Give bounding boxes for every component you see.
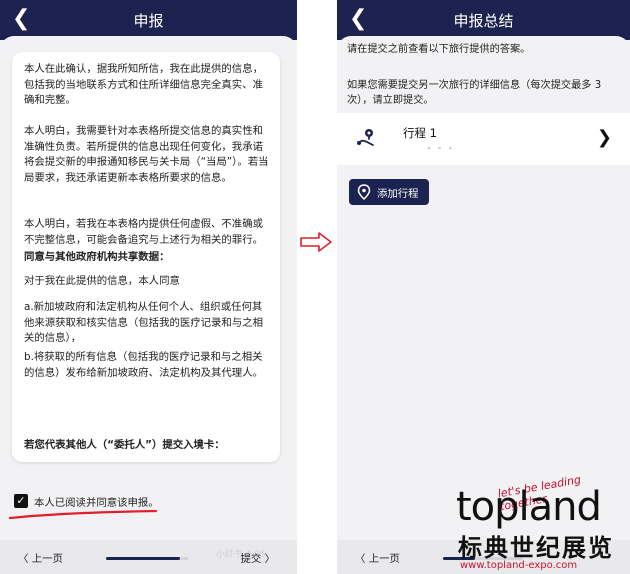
prev-page-button[interactable]: 〈 上一页: [355, 550, 400, 565]
checkbox-checked-icon[interactable]: ✓: [14, 494, 28, 508]
progress-fill: [106, 557, 180, 560]
route-icon: [357, 129, 374, 146]
consent-label: 本人已阅读并同意该申报。: [34, 497, 159, 509]
share-item-b: b.将获取的所有信息（包括我的医疗记录和与之相关的信息）发布给新加坡政府、法定机…: [24, 351, 263, 379]
declaration-para-2: 本人明白，我需要针对本表格所提交信息的真实性和准确性负责。若所提供的信息出现任何…: [24, 125, 269, 184]
left-page-title: 申报: [133, 12, 164, 30]
topland-logo: let's be leading together topland 标典世纪展览…: [438, 470, 630, 574]
red-underline-annotation: [8, 510, 158, 520]
declaration-para-1: 本人在此确认，据我所知所信，我在此提供的信息，包括我的当地联系方式和住所详细信息…: [24, 63, 263, 106]
proxy-heading: 若您代表其他人（“委托人”）提交入境卡：: [24, 439, 225, 451]
right-arrow-annotation: [300, 232, 332, 252]
progress-bar: [106, 557, 188, 560]
logo-url: www.topland-expo.com: [460, 560, 578, 571]
add-trip-button[interactable]: 添加行程: [349, 179, 429, 205]
share-intro: 对于我在此提供的信息，本人同意: [24, 275, 180, 287]
left-phone-screen: ❮ 申报 本人在此确认，据我所知所信，我在此提供的信息，包括我的当地联系方式和住…: [0, 0, 297, 574]
prev-page-button[interactable]: 〈 上一页: [18, 550, 63, 565]
location-pin-icon: [357, 184, 371, 200]
submit-button[interactable]: 提交 〉: [241, 550, 275, 565]
trip-list-item[interactable]: 行程 1 - - - ❯: [337, 113, 630, 165]
add-trip-label: 添加行程: [377, 188, 419, 200]
logo-wordmark: topland: [456, 484, 602, 530]
declaration-para-3: 本人明白，若我在本表格内提供任何虚假、不准确或不完整信息，可能会备追究与上述行为…: [24, 218, 263, 246]
navbar-curve: [0, 36, 297, 50]
declaration-card: 本人在此确认，据我所知所信，我在此提供的信息，包括我的当地联系方式和住所详细信息…: [12, 52, 280, 462]
right-navbar: ❮ 申报总结: [337, 0, 630, 40]
share-item-a: a.新加坡政府和法定机构从任何个人、组织或任何其他来源获取和核实信息（包括我的医…: [24, 301, 263, 344]
trip-title: 行程 1: [403, 126, 437, 140]
share-heading: 同意与其他政府机构共享数据：: [24, 251, 170, 263]
chevron-right-icon: ❯: [596, 127, 612, 148]
left-bottom-bar: 〈 上一页 小红书 4.95 提交 〉: [0, 540, 297, 574]
summary-intro: 请在提交之前查看以下旅行提供的答案。: [347, 44, 531, 55]
logo-chinese-name: 标典世纪展览: [458, 534, 614, 562]
trip-subtitle: - - -: [427, 143, 455, 154]
left-navbar: ❮ 申报: [0, 0, 297, 40]
summary-note: 如果您需要提交另一次旅行的详细信息（每次提交最多 3 次），请立即提交。: [347, 80, 602, 106]
right-page-title: 申报总结: [453, 12, 514, 30]
